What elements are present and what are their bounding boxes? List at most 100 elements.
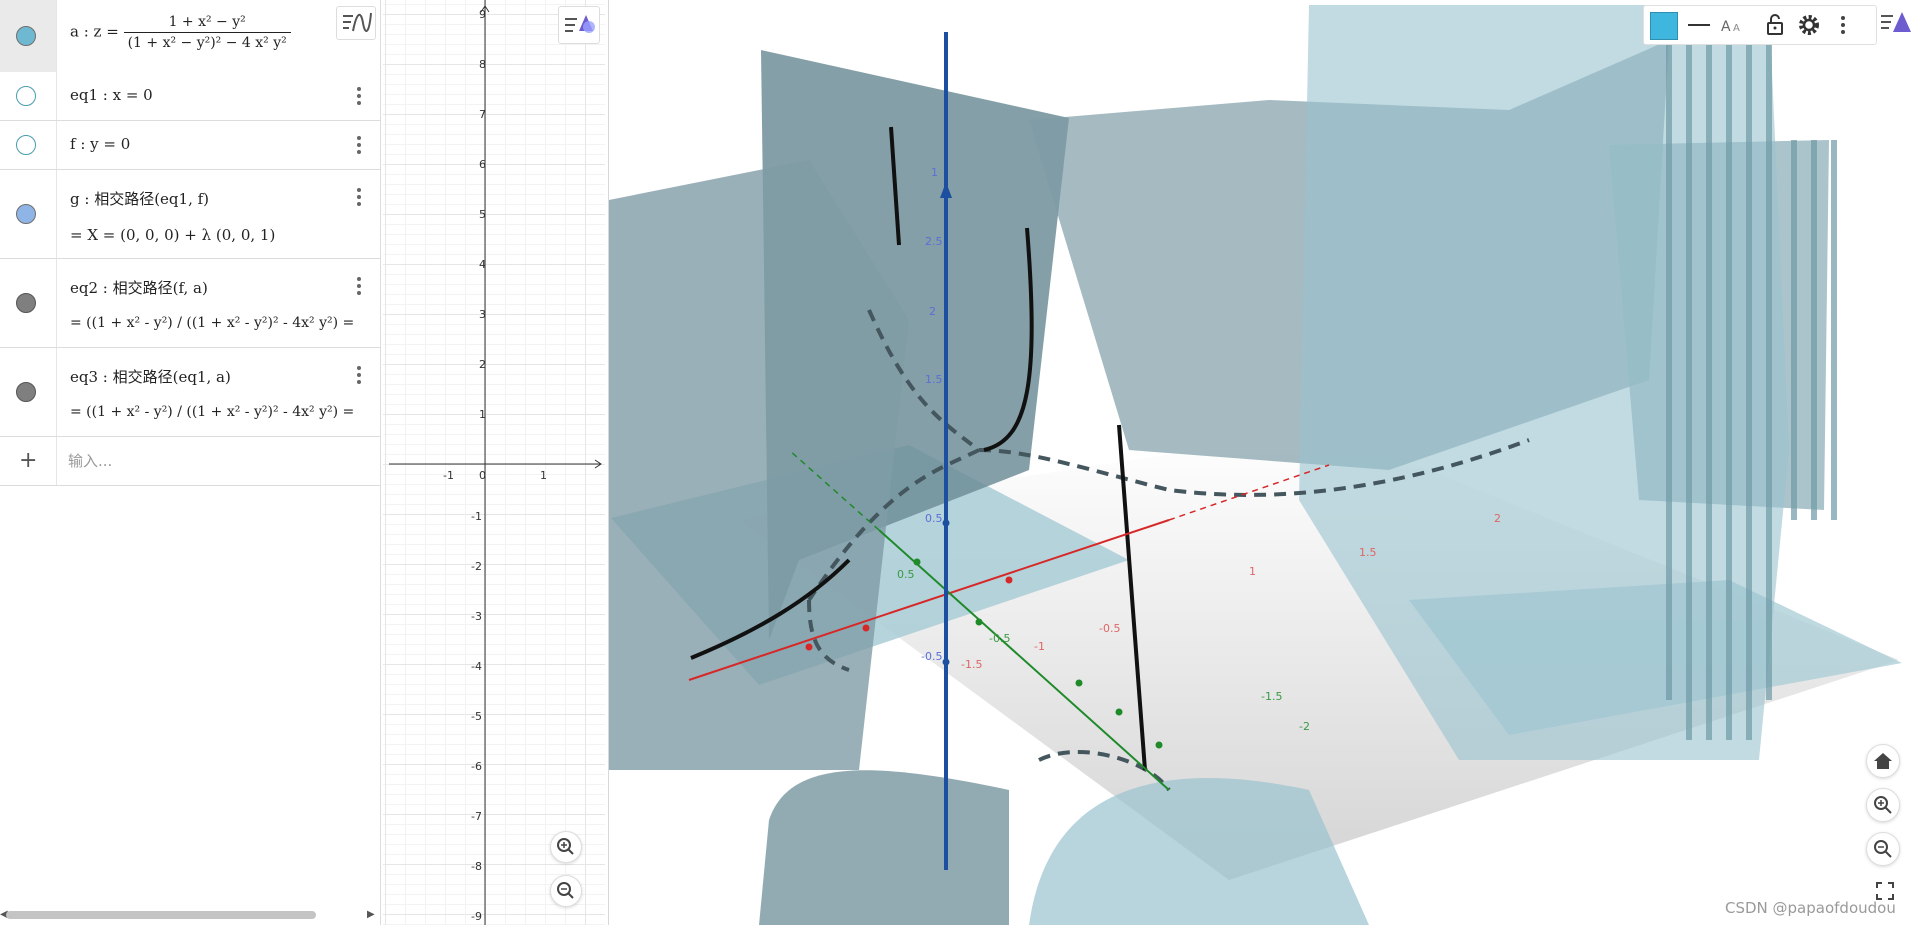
z-axis-tick-label: -0.5 <box>921 650 942 663</box>
more-button[interactable] <box>1828 10 1858 40</box>
visibility-toggle[interactable] <box>16 382 36 402</box>
definition-eq1: eq1 : x = 0 <box>70 86 153 104</box>
style-bar-icon <box>1881 12 1911 32</box>
fraction: 1 + x² − y² (1 + x² − y²)² − 4 x² y² <box>123 14 291 51</box>
more-menu-icon[interactable] <box>356 364 362 386</box>
zoom-out-icon <box>557 882 574 899</box>
x-axis-tick-label: -0.5 <box>1099 622 1120 635</box>
y-tick-label: -7 <box>471 810 482 823</box>
home-button[interactable] <box>1866 744 1900 778</box>
horizontal-scrollbar[interactable] <box>6 911 316 919</box>
line-style-button[interactable] <box>1684 10 1714 40</box>
home-icon <box>1874 753 1892 769</box>
marble-column <box>0 259 57 347</box>
y-tick-label: 8 <box>479 58 486 71</box>
marble-column <box>0 170 57 258</box>
visibility-toggle[interactable] <box>16 135 36 155</box>
y-tick-label: 3 <box>479 308 486 321</box>
zoom-in-icon <box>1874 796 1892 814</box>
marble-column <box>0 0 57 72</box>
x-axis-tick-label: -1 <box>1034 640 1045 653</box>
x-tick-label: 0 <box>479 469 486 482</box>
style-bar-3d: A A <box>1643 5 1877 45</box>
scroll-right-icon[interactable]: ▶ <box>367 909 375 920</box>
settings-button[interactable] <box>1794 10 1824 40</box>
add-icon[interactable]: + <box>19 448 37 473</box>
definition-eq3: eq3 : 相交路径(eq1, a) <box>70 368 231 386</box>
visibility-toggle[interactable] <box>16 293 36 313</box>
x-axis-tick-label: 1 <box>1249 565 1256 578</box>
value-eq3: = ((1 + x² - y²) / ((1 + x² - y²)² - 4x²… <box>70 404 355 420</box>
z-axis-tick-label: 2.5 <box>925 235 943 248</box>
zoom-in-3d-button[interactable] <box>1866 788 1900 822</box>
y-axis-tick-label: -1.5 <box>1261 690 1282 703</box>
more-menu-icon[interactable] <box>356 85 362 107</box>
gear-icon <box>1799 15 1819 35</box>
marble-column <box>0 348 57 436</box>
value-g: = X = (0, 0, 0) + λ (0, 0, 1) <box>70 226 276 244</box>
algebra-style-bar-button[interactable] <box>336 6 376 40</box>
scene-3d: 1 2.5 2 1.5 0.5 -0.5 -0.5 -1 -1.5 1 1.5 2 0.5 -0.5 -1.… <box>609 5 1902 925</box>
visibility-toggle[interactable] <box>16 86 36 106</box>
y-axis-tick-label: 0.5 <box>897 568 915 581</box>
algebra-row-a[interactable]: a : z = 1 + x² − y² (1 + x² − y²)² − 4 x… <box>0 0 380 73</box>
line-style-icon <box>1688 24 1710 26</box>
definition-eq2: eq2 : 相交路径(f, a) <box>70 279 208 297</box>
y-tick-label: -2 <box>471 560 482 573</box>
zoom-out-3d-button[interactable] <box>1866 832 1900 866</box>
visibility-toggle[interactable] <box>16 26 36 46</box>
marble-column: + <box>0 437 57 485</box>
y-tick-label: 1 <box>479 408 486 421</box>
y-tick-label: -6 <box>471 760 482 773</box>
y-tick-label: 7 <box>479 108 486 121</box>
text-style-button[interactable]: A A <box>1718 10 1748 40</box>
graphics-2d-style-bar-button[interactable] <box>558 6 600 44</box>
y-tick-label: -4 <box>471 660 482 673</box>
y-tick-label: 6 <box>479 158 486 171</box>
y-tick-label: -1 <box>471 510 482 523</box>
x-axis-tick-label: 1.5 <box>1359 546 1377 559</box>
more-menu-icon[interactable] <box>356 186 362 208</box>
graphics-2d-view[interactable]: 9 8 7 6 5 4 3 2 1 -1 -2 -3 -4 -5 -6 -7 -8 -9 -1 0 1 <box>383 0 605 925</box>
y-tick-label: -9 <box>471 910 482 923</box>
surface-panel-frontleft <box>609 160 909 770</box>
y-tick-label: -8 <box>471 860 482 873</box>
z-axis-tick-label: 1.5 <box>925 373 943 386</box>
y-axis-tick-label: -0.5 <box>989 632 1010 645</box>
algebra-row-g[interactable]: g : 相交路径(eq1, f) = X = (0, 0, 0) + λ (0,… <box>0 170 380 259</box>
y-tick-label: 9 <box>479 8 486 21</box>
marble-column <box>0 121 57 169</box>
algebra-row-f[interactable]: f : y = 0 <box>0 121 380 170</box>
zoom-in-icon <box>557 838 574 855</box>
graphics-3d-view[interactable]: 1 2.5 2 1.5 0.5 -0.5 -0.5 -1 -1.5 1 1.5 2 0.5 -0.5 -1.… <box>608 0 1919 925</box>
algebra-row-eq1[interactable]: eq1 : x = 0 <box>0 72 380 121</box>
algebra-row-eq2[interactable]: eq2 : 相交路径(f, a) = ((1 + x² - y²) / ((1 … <box>0 259 380 348</box>
definition-f: f : y = 0 <box>70 135 131 153</box>
color-button[interactable] <box>1648 10 1678 40</box>
y-tick-label: 4 <box>479 258 486 271</box>
y-tick-label: 2 <box>479 358 486 371</box>
lock-button[interactable] <box>1760 10 1790 40</box>
algebra-input[interactable]: 输入... <box>68 437 112 485</box>
visibility-toggle[interactable] <box>16 204 36 224</box>
style-bar-icon <box>565 15 595 33</box>
zoom-out-button[interactable] <box>550 875 582 907</box>
y-axis-tick-label: -2 <box>1299 720 1310 733</box>
zoom-in-button[interactable] <box>550 831 582 863</box>
z-axis-tick-label: 2 <box>929 305 936 318</box>
z-axis-tick-label: 1 <box>931 166 938 179</box>
zoom-out-icon <box>1874 840 1892 858</box>
more-menu-icon[interactable] <box>356 134 362 156</box>
more-menu-icon[interactable] <box>356 275 362 297</box>
input-bar[interactable]: + 输入... <box>0 437 380 486</box>
row-label: a : z = <box>70 22 119 41</box>
svg-text:A: A <box>1721 19 1731 35</box>
x-axis-tick-label: 2 <box>1494 512 1501 525</box>
y-tick-label: -5 <box>471 710 482 723</box>
color-swatch-icon <box>1650 12 1678 40</box>
algebra-row-eq3[interactable]: eq3 : 相交路径(eq1, a) = ((1 + x² - y²) / ((… <box>0 348 380 437</box>
x-tick-label: 1 <box>540 469 547 482</box>
definition-g: g : 相交路径(eq1, f) <box>70 190 210 208</box>
graphics-3d-style-bar-button[interactable] <box>1877 6 1915 40</box>
sort-graph-icon <box>343 12 372 32</box>
